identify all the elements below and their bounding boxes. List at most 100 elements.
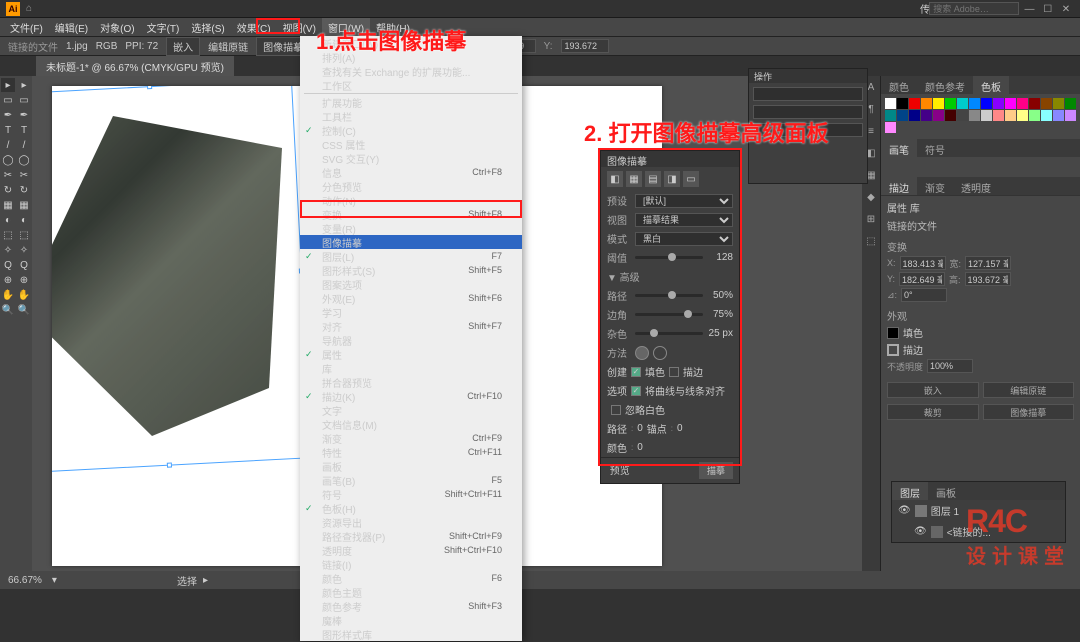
menu-item[interactable]: 画板 <box>300 459 522 473</box>
menu-item[interactable]: 工作区 <box>300 78 522 92</box>
menu-item[interactable]: ✓色板(H) <box>300 501 522 515</box>
tool-0-3[interactable]: T <box>1 123 15 137</box>
menu-item[interactable]: 特性Ctrl+F11 <box>300 445 522 459</box>
prop-w[interactable] <box>965 256 1011 270</box>
tool-0-15[interactable]: 🔍 <box>1 303 15 317</box>
swatch[interactable] <box>981 110 992 121</box>
menu-item[interactable]: 图形样式(S)Shift+F5 <box>300 263 522 277</box>
snap-curves-checkbox[interactable]: ✓ <box>631 386 641 396</box>
stroke-swatch[interactable] <box>887 344 899 356</box>
tool-1-7[interactable]: ↻ <box>17 183 31 197</box>
prop-opacity[interactable] <box>927 359 973 373</box>
menu-item[interactable]: 链接(I) <box>300 557 522 571</box>
menu-1[interactable]: 编辑(E) <box>49 18 94 37</box>
swatch[interactable] <box>1053 98 1064 109</box>
tool-1-4[interactable]: / <box>17 138 31 152</box>
swatch[interactable] <box>969 110 980 121</box>
tab-artboards[interactable]: 画板 <box>928 482 964 500</box>
swatch[interactable] <box>993 98 1004 109</box>
menu-item[interactable]: ✓描边(K)Ctrl+F10 <box>300 389 522 403</box>
tool-1-14[interactable]: ✋ <box>17 288 31 302</box>
prop-x[interactable] <box>900 256 946 270</box>
swatch[interactable] <box>921 98 932 109</box>
swatch[interactable] <box>945 110 956 121</box>
swatch[interactable] <box>885 122 896 133</box>
mode-select[interactable]: 黑白 <box>635 232 733 246</box>
menu-item[interactable]: 路径查找器(P)Shift+Ctrl+F9 <box>300 529 522 543</box>
minimize-button[interactable]: — <box>1022 4 1038 15</box>
swatch[interactable] <box>957 98 968 109</box>
method-overlap-icon[interactable] <box>653 346 667 360</box>
embed-button[interactable]: 嵌入 <box>166 37 200 56</box>
swatch[interactable] <box>909 98 920 109</box>
swatch[interactable] <box>957 110 968 121</box>
dock-icon[interactable]: ⊞ <box>864 212 878 226</box>
tool-1-11[interactable]: ✧ <box>17 243 31 257</box>
menu-2[interactable]: 对象(O) <box>94 18 140 37</box>
preset-lo-icon[interactable]: ▤ <box>645 171 661 187</box>
qa-edit[interactable]: 编辑原链 <box>983 382 1075 398</box>
menu-4[interactable]: 选择(S) <box>185 18 230 37</box>
tab-色板[interactable]: 色板 <box>973 76 1009 94</box>
props-title[interactable]: 属性 库 <box>887 200 1074 215</box>
tab-stroke[interactable]: 描边 <box>881 177 917 195</box>
tab-transparency[interactable]: 透明度 <box>953 177 999 195</box>
swatch[interactable] <box>1041 110 1052 121</box>
menu-item[interactable]: 工具栏 <box>300 109 522 123</box>
menu-item[interactable]: 导航器 <box>300 333 522 347</box>
menu-item[interactable]: 颜色参考Shift+F3 <box>300 599 522 613</box>
tab-symbols[interactable]: 符号 <box>917 139 953 157</box>
y-input[interactable] <box>561 39 609 53</box>
menu-item[interactable]: 分色预览 <box>300 179 522 193</box>
swatch[interactable] <box>897 98 908 109</box>
edit-original[interactable]: 编辑原链 <box>208 39 248 54</box>
tool-0-9[interactable]: ◐ <box>1 213 15 227</box>
tool-0-5[interactable]: ◯ <box>1 153 15 167</box>
swatch[interactable] <box>1017 110 1028 121</box>
zoom-level[interactable]: 66.67% <box>8 575 42 586</box>
swatch[interactable] <box>1005 98 1016 109</box>
menu-3[interactable]: 文字(T) <box>141 18 186 37</box>
swatch[interactable] <box>921 110 932 121</box>
menu-item[interactable]: 变量(R) <box>300 221 522 235</box>
swatch[interactable] <box>1065 98 1076 109</box>
close-button[interactable]: ✕ <box>1058 4 1074 15</box>
menu-item[interactable]: 透明度Shift+Ctrl+F10 <box>300 543 522 557</box>
tool-1-6[interactable]: ✂ <box>17 168 31 182</box>
eye-icon[interactable]: 👁 <box>898 505 911 516</box>
tool-1-0[interactable]: ▸ <box>17 78 31 92</box>
tool-0-2[interactable]: ✒ <box>1 108 15 122</box>
menu-item[interactable]: 对齐Shift+F7 <box>300 319 522 333</box>
swatch[interactable] <box>1041 98 1052 109</box>
actions-row[interactable] <box>753 87 863 101</box>
search-input[interactable] <box>929 2 1019 15</box>
menu-item[interactable]: 颜色F6 <box>300 571 522 585</box>
menu-item[interactable]: 画笔(B)F5 <box>300 473 522 487</box>
threshold-slider[interactable] <box>635 256 703 259</box>
swatch[interactable] <box>897 110 908 121</box>
tool-1-9[interactable]: ◐ <box>17 213 31 227</box>
prop-y[interactable] <box>899 272 945 286</box>
menu-item[interactable]: ✓属性 <box>300 347 522 361</box>
tool-1-15[interactable]: 🔍 <box>17 303 31 317</box>
menu-item[interactable]: 文档信息(M) <box>300 417 522 431</box>
tool-1-2[interactable]: ✒ <box>17 108 31 122</box>
preset-outline-icon[interactable]: ▭ <box>683 171 699 187</box>
menu-item[interactable]: 库 <box>300 361 522 375</box>
menu-item[interactable]: 学习 <box>300 305 522 319</box>
menu-item[interactable]: 动作(N) <box>300 193 522 207</box>
tool-0-7[interactable]: ↻ <box>1 183 15 197</box>
tab-颜色[interactable]: 颜色 <box>881 76 917 94</box>
qa-trace[interactable]: 图像描摹 <box>983 404 1075 420</box>
tool-0-1[interactable]: ▭ <box>1 93 15 107</box>
tool-0-4[interactable]: / <box>1 138 15 152</box>
tool-0-10[interactable]: ⬚ <box>1 228 15 242</box>
tool-0-12[interactable]: Q <box>1 258 15 272</box>
swatch[interactable] <box>981 98 992 109</box>
qa-embed[interactable]: 嵌入 <box>887 382 979 398</box>
menu-item[interactable]: 查找有关 Exchange 的扩展功能... <box>300 64 522 78</box>
paths-slider[interactable] <box>635 294 703 297</box>
swatch[interactable] <box>1065 110 1076 121</box>
stroke-checkbox[interactable] <box>669 367 679 377</box>
tool-1-5[interactable]: ◯ <box>17 153 31 167</box>
